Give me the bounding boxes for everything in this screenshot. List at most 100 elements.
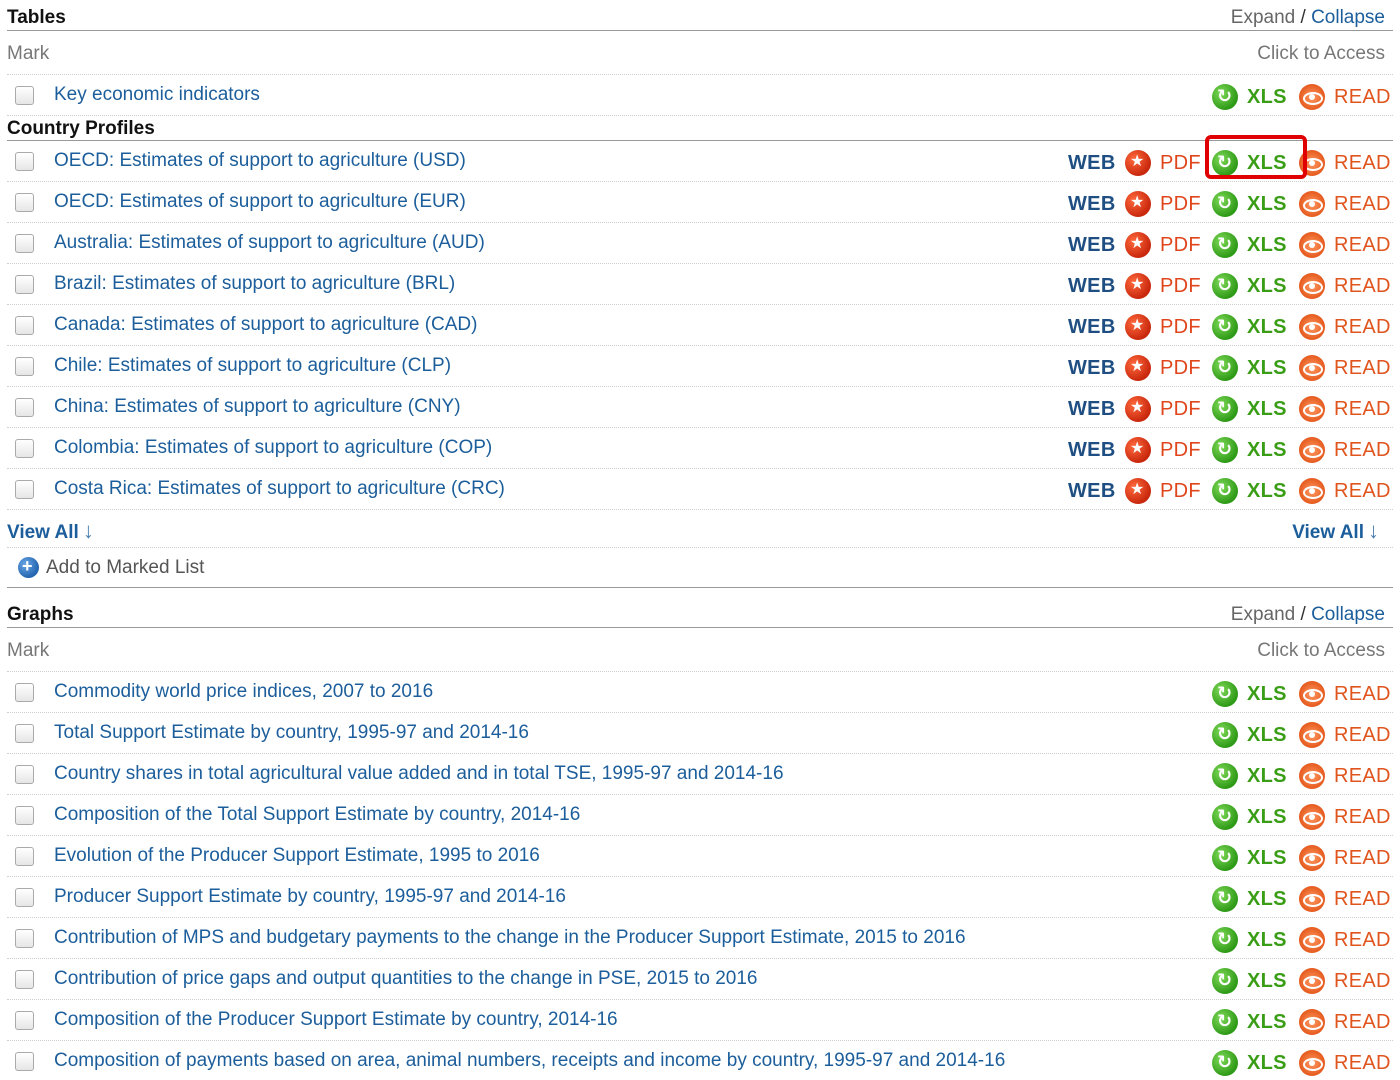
mark-checkbox[interactable] [15,1011,34,1030]
xls-link[interactable]: XLS [1212,762,1287,790]
xls-link[interactable]: XLS [1212,354,1287,382]
xls-link[interactable]: XLS [1212,1008,1287,1036]
mark-checkbox[interactable] [15,888,34,907]
mark-checkbox[interactable] [15,439,34,458]
xls-link[interactable]: XLS [1212,231,1287,259]
xls-link[interactable]: XLS [1212,967,1287,995]
web-link[interactable]: WEB [1033,149,1116,177]
read-link[interactable]: READ [1299,1049,1391,1077]
item-title-link[interactable]: Country shares in total agricultural val… [54,763,784,785]
mark-checkbox[interactable] [15,234,34,253]
xls-link[interactable]: XLS [1212,885,1287,913]
web-link[interactable]: WEB [1033,354,1116,382]
xls-link[interactable]: XLS [1212,477,1287,505]
web-link[interactable]: WEB [1033,477,1116,505]
read-link[interactable]: READ [1299,272,1391,300]
item-title-link[interactable]: Evolution of the Producer Support Estima… [54,845,540,867]
mark-checkbox[interactable] [15,316,34,335]
item-title-link[interactable]: Composition of payments based on area, a… [54,1050,1005,1072]
mark-checkbox[interactable] [15,1052,34,1071]
graphs-collapse-link[interactable]: Collapse [1311,604,1385,625]
mark-checkbox[interactable] [15,929,34,948]
item-title-link[interactable]: Composition of the Total Support Estimat… [54,804,580,826]
graphs-expand-link[interactable]: Expand [1231,604,1295,625]
read-link[interactable]: READ [1299,762,1391,790]
xls-link[interactable]: XLS [1212,844,1287,872]
xls-link[interactable]: XLS [1212,313,1287,341]
web-link[interactable]: WEB [1033,190,1116,218]
mark-checkbox[interactable] [15,152,34,171]
read-link[interactable]: READ [1299,190,1391,218]
mark-checkbox[interactable] [15,86,34,105]
xls-link[interactable]: XLS [1212,395,1287,423]
item-title-link[interactable]: Commodity world price indices, 2007 to 2… [54,681,433,703]
mark-checkbox[interactable] [15,765,34,784]
mark-checkbox[interactable] [15,275,34,294]
read-link[interactable]: READ [1299,477,1391,505]
mark-checkbox[interactable] [15,806,34,825]
view-all-link-left[interactable]: View All ↓ [7,518,94,544]
xls-link[interactable]: XLS [1212,436,1287,464]
item-title-link[interactable]: Contribution of MPS and budgetary paymen… [54,927,966,949]
pdf-link[interactable]: PDF [1125,231,1201,259]
view-all-link-right[interactable]: View All ↓ [1292,518,1379,544]
item-title-link[interactable]: Colombia: Estimates of support to agricu… [54,437,492,459]
mark-checkbox[interactable] [15,847,34,866]
mark-checkbox[interactable] [15,193,34,212]
plus-circle-icon[interactable] [18,555,39,578]
xls-link[interactable]: XLS [1212,926,1287,954]
item-title-link[interactable]: Key economic indicators [54,84,260,106]
pdf-link[interactable]: PDF [1125,272,1201,300]
mark-checkbox[interactable] [15,398,34,417]
xls-link[interactable]: XLS [1212,190,1287,218]
mark-checkbox[interactable] [15,724,34,743]
item-title-link[interactable]: Composition of the Producer Support Esti… [54,1009,618,1031]
item-title-link[interactable]: OECD: Estimates of support to agricultur… [54,191,466,213]
read-link[interactable]: READ [1299,1008,1391,1036]
xls-link[interactable]: XLS [1212,721,1287,749]
read-link[interactable]: READ [1299,721,1391,749]
item-title-link[interactable]: Canada: Estimates of support to agricult… [54,314,477,336]
xls-link[interactable]: XLS [1212,149,1287,177]
web-link[interactable]: WEB [1033,231,1116,259]
xls-link[interactable]: XLS [1212,803,1287,831]
item-title-link[interactable]: Contribution of price gaps and output qu… [54,968,758,990]
read-link[interactable]: READ [1299,313,1391,341]
read-link[interactable]: READ [1299,885,1391,913]
read-link[interactable]: READ [1299,844,1391,872]
mark-checkbox[interactable] [15,683,34,702]
pdf-link[interactable]: PDF [1125,395,1201,423]
xls-link[interactable]: XLS [1212,83,1287,111]
read-link[interactable]: READ [1299,354,1391,382]
item-title-link[interactable]: China: Estimates of support to agricultu… [54,396,461,418]
tables-collapse-link[interactable]: Collapse [1311,7,1385,28]
mark-checkbox[interactable] [15,357,34,376]
read-link[interactable]: READ [1299,967,1391,995]
web-link[interactable]: WEB [1033,272,1116,300]
web-link[interactable]: WEB [1033,395,1116,423]
read-link[interactable]: READ [1299,436,1391,464]
mark-checkbox[interactable] [15,480,34,499]
pdf-link[interactable]: PDF [1125,149,1201,177]
item-title-link[interactable]: OECD: Estimates of support to agricultur… [54,150,466,172]
tables-expand-link[interactable]: Expand [1231,7,1295,28]
xls-link[interactable]: XLS [1212,272,1287,300]
item-title-link[interactable]: Total Support Estimate by country, 1995-… [54,722,529,744]
read-link[interactable]: READ [1299,149,1391,177]
pdf-link[interactable]: PDF [1125,190,1201,218]
read-link[interactable]: READ [1299,680,1391,708]
web-link[interactable]: WEB [1033,313,1116,341]
item-title-link[interactable]: Brazil: Estimates of support to agricult… [54,273,455,295]
xls-link[interactable]: XLS [1212,1049,1287,1077]
pdf-link[interactable]: PDF [1125,354,1201,382]
mark-checkbox[interactable] [15,970,34,989]
item-title-link[interactable]: Chile: Estimates of support to agricultu… [54,355,451,377]
pdf-link[interactable]: PDF [1125,313,1201,341]
item-title-link[interactable]: Producer Support Estimate by country, 19… [54,886,566,908]
add-to-marked-list-link[interactable]: Add to Marked List [46,557,204,579]
read-link[interactable]: READ [1299,395,1391,423]
item-title-link[interactable]: Australia: Estimates of support to agric… [54,232,485,254]
read-link[interactable]: READ [1299,83,1391,111]
pdf-link[interactable]: PDF [1125,436,1201,464]
read-link[interactable]: READ [1299,926,1391,954]
